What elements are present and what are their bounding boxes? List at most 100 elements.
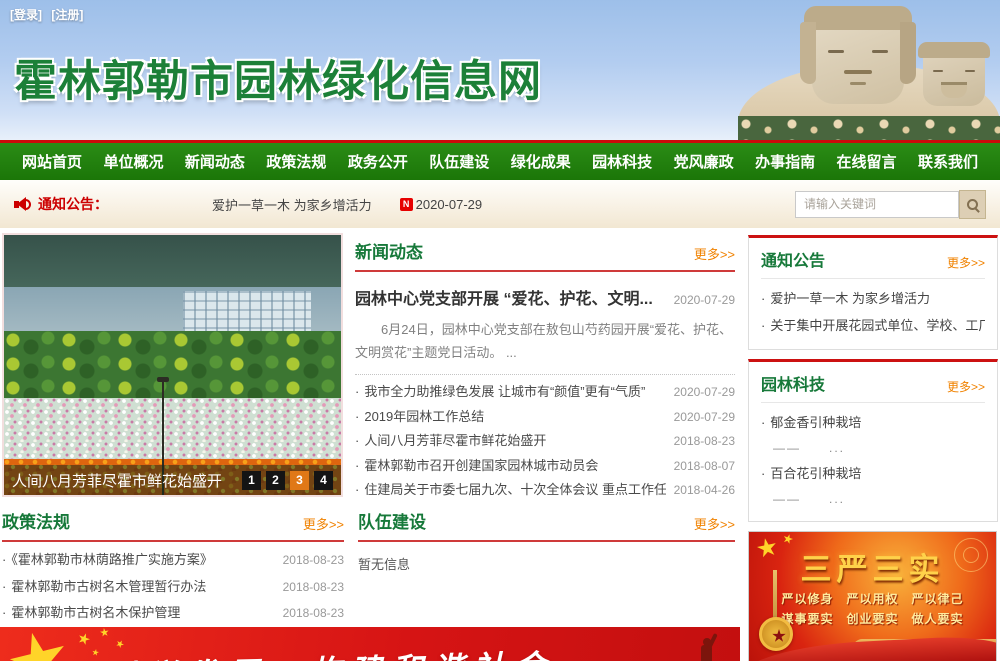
tech-article-link[interactable]: 郁金香引种栽培 <box>761 409 985 436</box>
team-building-section: 队伍建设 更多>> 暂无信息 <box>358 508 735 573</box>
news-link[interactable]: 霍林郭勒市召开创建国家园林城市动员会 <box>355 454 598 479</box>
policy-list: 《霍林郭勒市林荫路推广实施方案》 2018-08-23 霍林郭勒市古树名木管理暂… <box>2 547 344 627</box>
slideshow-page-4[interactable]: 4 <box>314 471 333 490</box>
notice-label: 通知公告： <box>38 194 108 214</box>
news-section: 新闻动态 更多>> 园林中心党支部开展 “爱花、护花、文明... 2020-07… <box>355 238 735 503</box>
news-list-item: 我市全力助推绿色发展 让城市有“颜值”更有“气质” 2020-07-29 <box>355 380 735 405</box>
tech-article-sub: —— ... <box>761 436 985 460</box>
slideshow-caption-bar: 人间八月芳菲尽霍市鲜花始盛开 1 2 3 4 <box>4 465 341 495</box>
notice-link[interactable]: 爱护一草一木 为家乡增活力 <box>761 285 985 312</box>
login-link[interactable]: [登录] <box>10 8 42 22</box>
news-date: 2018-04-26 <box>674 478 735 503</box>
news-more-link[interactable]: 更多>> <box>694 244 735 263</box>
banner-calligraphy-text: 科学发展 构建和谐社会 <box>103 641 555 661</box>
news-link[interactable]: 我市全力助推绿色发展 让城市有“颜值”更有“气质” <box>355 380 645 405</box>
notices-more-link[interactable]: 更多>> <box>947 254 985 271</box>
policy-section: 政策法规 更多>> 《霍林郭勒市林荫路推广实施方案》 2018-08-23 霍林… <box>2 508 344 627</box>
policy-more-link[interactable]: 更多>> <box>303 514 344 533</box>
team-rule <box>358 540 735 542</box>
main-nav: 网站首页 单位概况 新闻动态 政策法规 政务公开 队伍建设 绿化成果 园林科技 … <box>0 140 1000 180</box>
news-list-item: 人间八月芳菲尽霍市鲜花始盛开 2018-08-23 <box>355 429 735 454</box>
nav-item-party-conduct[interactable]: 党风廉政 <box>674 151 734 172</box>
search-input[interactable] <box>795 191 959 218</box>
team-more-link[interactable]: 更多>> <box>694 514 735 533</box>
news-link[interactable]: 2019年园林工作总结 <box>355 405 484 430</box>
slideshow-photo-flower-field: 人间八月芳菲尽霍市鲜花始盛开 1 2 3 4 <box>4 235 341 495</box>
tech-article-sub: —— ... <box>761 487 985 511</box>
nav-item-news[interactable]: 新闻动态 <box>185 151 245 172</box>
nav-item-greening-results[interactable]: 绿化成果 <box>511 151 571 172</box>
banner-title: 三严三实 <box>749 544 996 589</box>
bottom-propaganda-banner[interactable]: 科学发展 构建和谐社会 <box>0 627 740 661</box>
search-icon <box>967 199 978 210</box>
policy-link[interactable]: 霍林郭勒市古树名木管理暂行办法 <box>2 574 206 601</box>
garden-tech-more-link[interactable]: 更多>> <box>947 378 985 395</box>
news-link[interactable]: 人间八月芳菲尽霍市鲜花始盛开 <box>355 429 546 454</box>
slideshow-page-2[interactable]: 2 <box>266 471 285 490</box>
news-list-item: 霍林郭勒市召开创建国家园林城市动员会 2018-08-07 <box>355 454 735 479</box>
slideshow-caption[interactable]: 人间八月芳菲尽霍市鲜花始盛开 <box>12 470 222 491</box>
news-list: 我市全力助推绿色发展 让城市有“颜值”更有“气质” 2020-07-29 201… <box>355 380 735 503</box>
team-section-title: 队伍建设 <box>358 508 426 533</box>
news-date: 2020-07-29 <box>674 405 735 430</box>
slideshow[interactable]: 人间八月芳菲尽霍市鲜花始盛开 1 2 3 4 <box>2 233 343 497</box>
news-link[interactable]: 住建局关于市委七届九次、十次全体会议 重点工作任... <box>355 478 666 503</box>
news-date: 2020-07-29 <box>674 380 735 405</box>
page: [登录] [注册] 霍林郭勒市园林绿化信息网 网站首页 单位概况 新闻动态 政策… <box>0 0 1000 661</box>
search-button[interactable] <box>959 190 986 219</box>
policy-date: 2018-08-23 <box>283 547 344 574</box>
statue-silhouette <box>693 631 719 661</box>
garden-tech-box: 园林科技 更多>> 郁金香引种栽培 —— ... 百合花引种栽培 —— ... <box>748 359 998 522</box>
nav-item-home[interactable]: 网站首页 <box>22 151 82 172</box>
search-area <box>795 190 986 219</box>
star-icon <box>115 639 126 650</box>
star-icon <box>76 631 91 646</box>
slideshow-page-3-active[interactable]: 3 <box>290 471 309 490</box>
news-list-item: 住建局关于市委七届九次、十次全体会议 重点工作任... 2018-04-26 <box>355 478 735 503</box>
policy-section-title: 政策法规 <box>2 508 70 533</box>
three-stricts-banner[interactable]: 三严三实 严以修身 严以用权 严以律己 谋事要实 创业要实 做人要实 <box>748 531 997 661</box>
policy-list-item: 《霍林郭勒市林荫路推广实施方案》 2018-08-23 <box>2 547 344 574</box>
notice-link[interactable]: 关于集中开展花园式单位、学校、工厂... <box>761 312 985 339</box>
garden-tech-title: 园林科技 <box>761 371 825 395</box>
featured-news-summary[interactable]: 6月24日，园林中心党支部在敖包山芍药园开展“爱花、护花、文明赏花”主题党日活动… <box>355 318 735 364</box>
nav-item-contact[interactable]: 联系我们 <box>918 151 978 172</box>
news-list-item: 2019年园林工作总结 2020-07-29 <box>355 405 735 430</box>
nav-item-policy[interactable]: 政策法规 <box>266 151 326 172</box>
featured-news-title[interactable]: 园林中心党支部开展 “爱花、护花、文明... <box>355 285 666 309</box>
nav-item-garden-tech[interactable]: 园林科技 <box>592 151 652 172</box>
featured-news-date: 2020-07-29 <box>674 293 735 307</box>
nav-item-service-guide[interactable]: 办事指南 <box>755 151 815 172</box>
site-title: 霍林郭勒市园林绿化信息网 <box>14 47 542 109</box>
notice-date: 2020-07-29 <box>416 197 483 212</box>
statue-head-large <box>812 8 904 104</box>
notices-box: 通知公告 更多>> 爱护一草一木 为家乡增活力 关于集中开展花园式单位、学校、工… <box>748 235 998 350</box>
genghis-khan-statues-image <box>738 0 1000 140</box>
speaker-icon <box>14 196 32 212</box>
auth-links: [登录] [注册] <box>10 6 89 23</box>
dotted-separator <box>355 374 735 375</box>
right-sidebar: 通知公告 更多>> 爱护一草一木 为家乡增活力 关于集中开展花园式单位、学校、工… <box>748 235 998 661</box>
slideshow-page-1[interactable]: 1 <box>242 471 261 490</box>
notice-ticker-bar: 通知公告： 爱护一草一木 为家乡增活力 N 2020-07-29 <box>0 180 1000 228</box>
tech-article-link[interactable]: 百合花引种栽培 <box>761 460 985 487</box>
nav-item-team[interactable]: 队伍建设 <box>429 151 489 172</box>
news-date: 2018-08-23 <box>674 429 735 454</box>
news-date: 2018-08-07 <box>674 454 735 479</box>
policy-list-item: 霍林郭勒市古树名木管理暂行办法 2018-08-23 <box>2 574 344 601</box>
slideshow-pager: 1 2 3 4 <box>242 471 333 490</box>
register-link[interactable]: [注册] <box>51 8 83 22</box>
policy-link[interactable]: 霍林郭勒市古树名木保护管理 <box>2 600 180 627</box>
site-header: [登录] [注册] 霍林郭勒市园林绿化信息网 <box>0 0 1000 140</box>
nav-item-about[interactable]: 单位概况 <box>103 151 163 172</box>
nav-item-gov-affairs[interactable]: 政务公开 <box>348 151 408 172</box>
star-icon <box>99 627 109 637</box>
policy-date: 2018-08-23 <box>283 574 344 601</box>
star-icon <box>4 627 74 661</box>
policy-link[interactable]: 《霍林郭勒市林荫路推广实施方案》 <box>2 547 213 574</box>
nav-item-message-board[interactable]: 在线留言 <box>837 151 897 172</box>
notice-ticker-link[interactable]: 爱护一草一木 为家乡增活力 <box>212 195 372 214</box>
banner-slogan-line1: 严以修身 严以用权 严以律己 <box>749 590 996 607</box>
statue-hillside <box>738 116 1000 140</box>
party-emblem-icon <box>759 617 793 651</box>
